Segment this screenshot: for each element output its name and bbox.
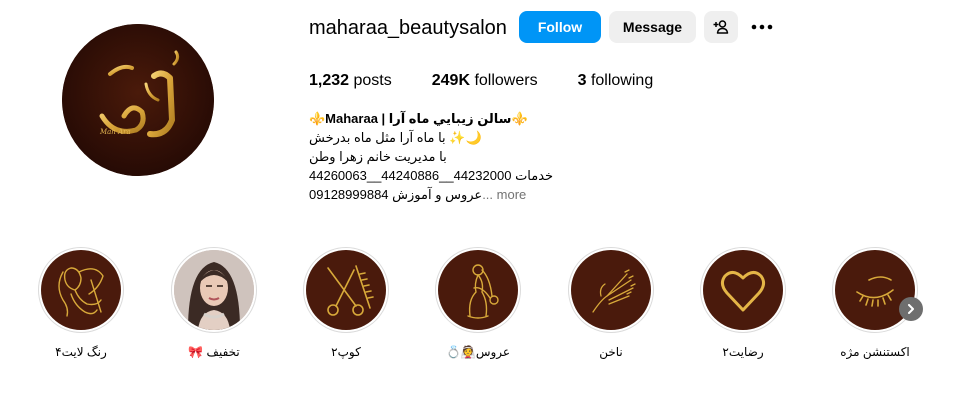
highlight-cover [703, 250, 783, 330]
chevron-right-icon [908, 304, 914, 314]
follow-button[interactable]: Follow [519, 11, 601, 43]
message-button[interactable]: Message [609, 11, 696, 43]
highlight-ring [38, 247, 124, 333]
highlight-item[interactable]: تخفیف 🎀 [159, 247, 269, 359]
highlight-label: ناخن [599, 345, 623, 359]
bio-title: ⚜️Maharaa | سالن زيبايي ماه آرا⚜️ [309, 111, 528, 126]
bio-line-truncated: 09128999884 عروس و آموزش... more [309, 185, 569, 204]
highlight-cover [438, 250, 518, 330]
highlight-item[interactable]: کوپ۲ [291, 247, 401, 359]
profile-stats: 1,232 posts 249K followers 3 following [309, 72, 693, 90]
following-stat[interactable]: 3 following [578, 72, 654, 90]
highlight-ring [700, 247, 786, 333]
highlights-next-button[interactable] [899, 297, 923, 321]
suggested-users-button[interactable] [704, 11, 738, 43]
highlight-ring [171, 247, 257, 333]
highlight-ring [303, 247, 389, 333]
salon-logo-icon: Mah Ara [62, 24, 214, 176]
highlight-item[interactable]: عروس👰💍 [423, 247, 533, 359]
highlight-item[interactable]: ناخن [556, 247, 666, 359]
followers-label: followers [474, 72, 538, 89]
highlight-cover [571, 250, 651, 330]
highlight-ring [568, 247, 654, 333]
profile-avatar[interactable]: Mah Ara [62, 24, 214, 176]
heart-icon [720, 271, 766, 312]
more-options-icon [751, 24, 773, 30]
story-highlights: رنگ لایت۴ تخفیف 🎀 کوپ۲ عروس👰💍 ناخن رضایت… [0, 247, 969, 377]
highlight-item[interactable]: رضایت۲ [688, 247, 798, 359]
bio-more-link[interactable]: ... more [482, 187, 526, 202]
posts-count: 1,232 [309, 72, 350, 89]
profile-bio: ⚜️Maharaa | سالن زيبايي ماه آرا⚜️ با ماه… [309, 109, 569, 204]
highlight-ring [435, 247, 521, 333]
posts-label: posts [353, 72, 392, 89]
bio-line: 44260063__44240886__44232000 خدمات [309, 168, 554, 183]
bio-line: 09128999884 عروس و آموزش [309, 187, 483, 202]
highlight-cover [306, 250, 386, 330]
options-button[interactable] [748, 11, 776, 43]
highlight-label: اکستنشن مژه [840, 345, 910, 359]
highlight-item[interactable]: رنگ لایت۴ [26, 247, 136, 359]
highlight-label: تخفیف 🎀 [188, 345, 240, 359]
svg-text:Mah Ara: Mah Ara [99, 128, 131, 136]
nail-hand-icon [592, 269, 636, 313]
bio-line: با مدیریت خانم زهرا وطن [309, 149, 447, 164]
following-count: 3 [577, 72, 587, 89]
highlight-ring [832, 247, 918, 333]
highlight-cover [41, 250, 121, 330]
followers-stat[interactable]: 249K followers [432, 72, 538, 90]
bride-icon [467, 264, 499, 319]
following-label: following [590, 72, 654, 89]
posts-stat: 1,232 posts [309, 72, 392, 90]
woman-hair-icon [58, 267, 104, 317]
highlight-label: عروس👰💍 [445, 345, 511, 359]
bio-line: با ماه آرا مثل ماه بدرخش ✨🌙 [309, 130, 482, 145]
highlight-cover [174, 250, 254, 330]
avatar-photo [174, 250, 254, 330]
scissors-comb-icon [327, 265, 374, 316]
add-user-icon [713, 20, 729, 34]
highlight-label: رضایت۲ [722, 345, 764, 359]
highlight-label: رنگ لایت۴ [55, 345, 107, 359]
profile-username[interactable]: maharaa_beautysalon [309, 17, 507, 40]
highlight-label: کوپ۲ [331, 345, 361, 359]
followers-count: 249K [431, 72, 470, 89]
